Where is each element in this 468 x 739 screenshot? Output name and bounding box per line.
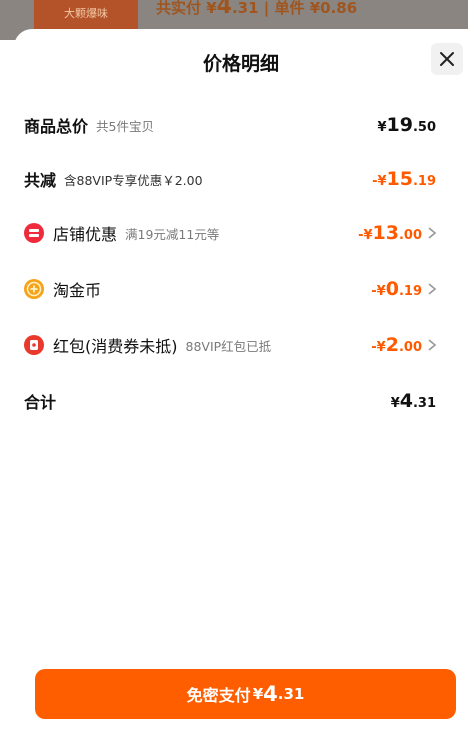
taojinbi-label: 淘金币 [53,281,102,300]
backdrop-price-text: 共实付 ¥4.31 | 单件 ¥0.86 [156,0,357,19]
amount-int: 15 [386,168,413,190]
row-total-discount: 共减 含88VIP专享优惠￥2.00 -¥ 15.19 [24,164,438,194]
red-packet-label: 红包(消费券未抵) [53,337,178,356]
row-taojinbi[interactable]: 淘金币 -¥ 0.19 [24,274,438,304]
red-packet-note: 88VIP红包已抵 [185,338,272,354]
close-button[interactable] [431,43,463,75]
amount-int: 13 [372,222,399,244]
amount-int: 2 [385,334,399,356]
amount-int: 0 [385,278,399,300]
sheet-title: 价格明细 [202,53,279,75]
chevron-right-icon [428,227,437,239]
pay-amount-int: 4 [263,682,278,706]
amount-int: 4 [399,390,413,412]
amount-dec: .50 [412,120,436,135]
row-sum: 合计 ¥4.31 [24,386,438,416]
sum-label: 合计 [24,393,57,412]
amount-dec: .00 [398,228,422,243]
amount-dec: .31 [412,396,436,411]
goods-total-amount: ¥19.50 [377,114,436,136]
app: 大颗爆味 共实付 ¥4.31 | 单件 ¥0.86 价格明细 商品总价 共5件宝… [0,0,468,739]
chevron-right-icon [428,339,437,351]
pay-button-label: 免密支付 [186,686,251,705]
taojinbi-amount: -¥ 0.19 [371,278,422,300]
backdrop-price-int: 4 [216,0,232,19]
amount-int: 19 [386,114,413,136]
backdrop-unit-price: | 单件 ¥0.86 [263,0,358,17]
pay-currency-symbol: ¥ [252,685,264,703]
vip-discount-note: 含88VIP专享优惠￥2.00 [64,172,203,188]
close-icon [440,52,454,66]
backdrop-price-label: 共实付 ¥ [156,0,217,17]
currency-symbol: -¥ [371,340,386,355]
red-packet-amount: -¥ 2.00 [371,334,422,356]
currency-symbol: ¥ [377,120,387,135]
total-discount-amount: -¥ 15.19 [372,168,436,190]
row-red-packet[interactable]: 红包(消费券未抵) 88VIP红包已抵 -¥ 2.00 [24,330,438,360]
red-packet-icon [24,335,44,355]
currency-symbol: -¥ [372,174,387,189]
shop-coupon-icon [24,223,44,243]
currency-symbol: -¥ [358,228,373,243]
shop-discount-amount: -¥ 13.00 [358,222,422,244]
total-discount-label: 共减 [24,171,57,190]
row-goods-total: 商品总价 共5件宝贝 ¥19.50 [24,110,438,140]
currency-symbol: ¥ [390,396,400,411]
pay-amount-dec: .31 [277,685,305,703]
shop-discount-note: 满19元减11元等 [125,226,220,242]
product-thumbnail-text: 大颗爆味 [64,7,108,20]
password-free-pay-button[interactable]: 免密支付 ¥4.31 [35,669,456,719]
amount-dec: .19 [412,174,436,189]
chevron-right-icon [428,283,437,295]
sum-amount: ¥4.31 [391,390,436,412]
amount-dec: .00 [398,340,422,355]
backdrop-price-dec: .31 [231,0,259,17]
amount-dec: .19 [398,284,422,299]
shop-discount-label: 店铺优惠 [53,225,118,244]
taojinbi-coin-icon [24,279,44,299]
goods-count-note: 共5件宝贝 [96,118,154,134]
currency-symbol: -¥ [371,284,386,299]
goods-total-label: 商品总价 [24,117,89,136]
row-shop-discount[interactable]: 店铺优惠 满19元减11元等 -¥ 13.00 [24,218,438,248]
